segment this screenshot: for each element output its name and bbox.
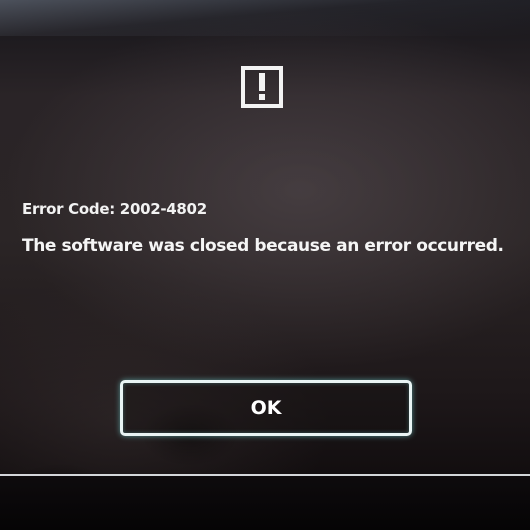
error-message: The software was closed because an error…: [22, 236, 504, 256]
error-screen: Error Code: 2002-4802 The software was c…: [0, 0, 530, 530]
exclamation-icon: [241, 66, 283, 108]
footer-bar: [0, 476, 530, 530]
screen-bezel-glare: [0, 0, 530, 36]
ok-button[interactable]: OK: [120, 380, 412, 436]
error-code-label: Error Code: 2002-4802: [22, 200, 207, 218]
